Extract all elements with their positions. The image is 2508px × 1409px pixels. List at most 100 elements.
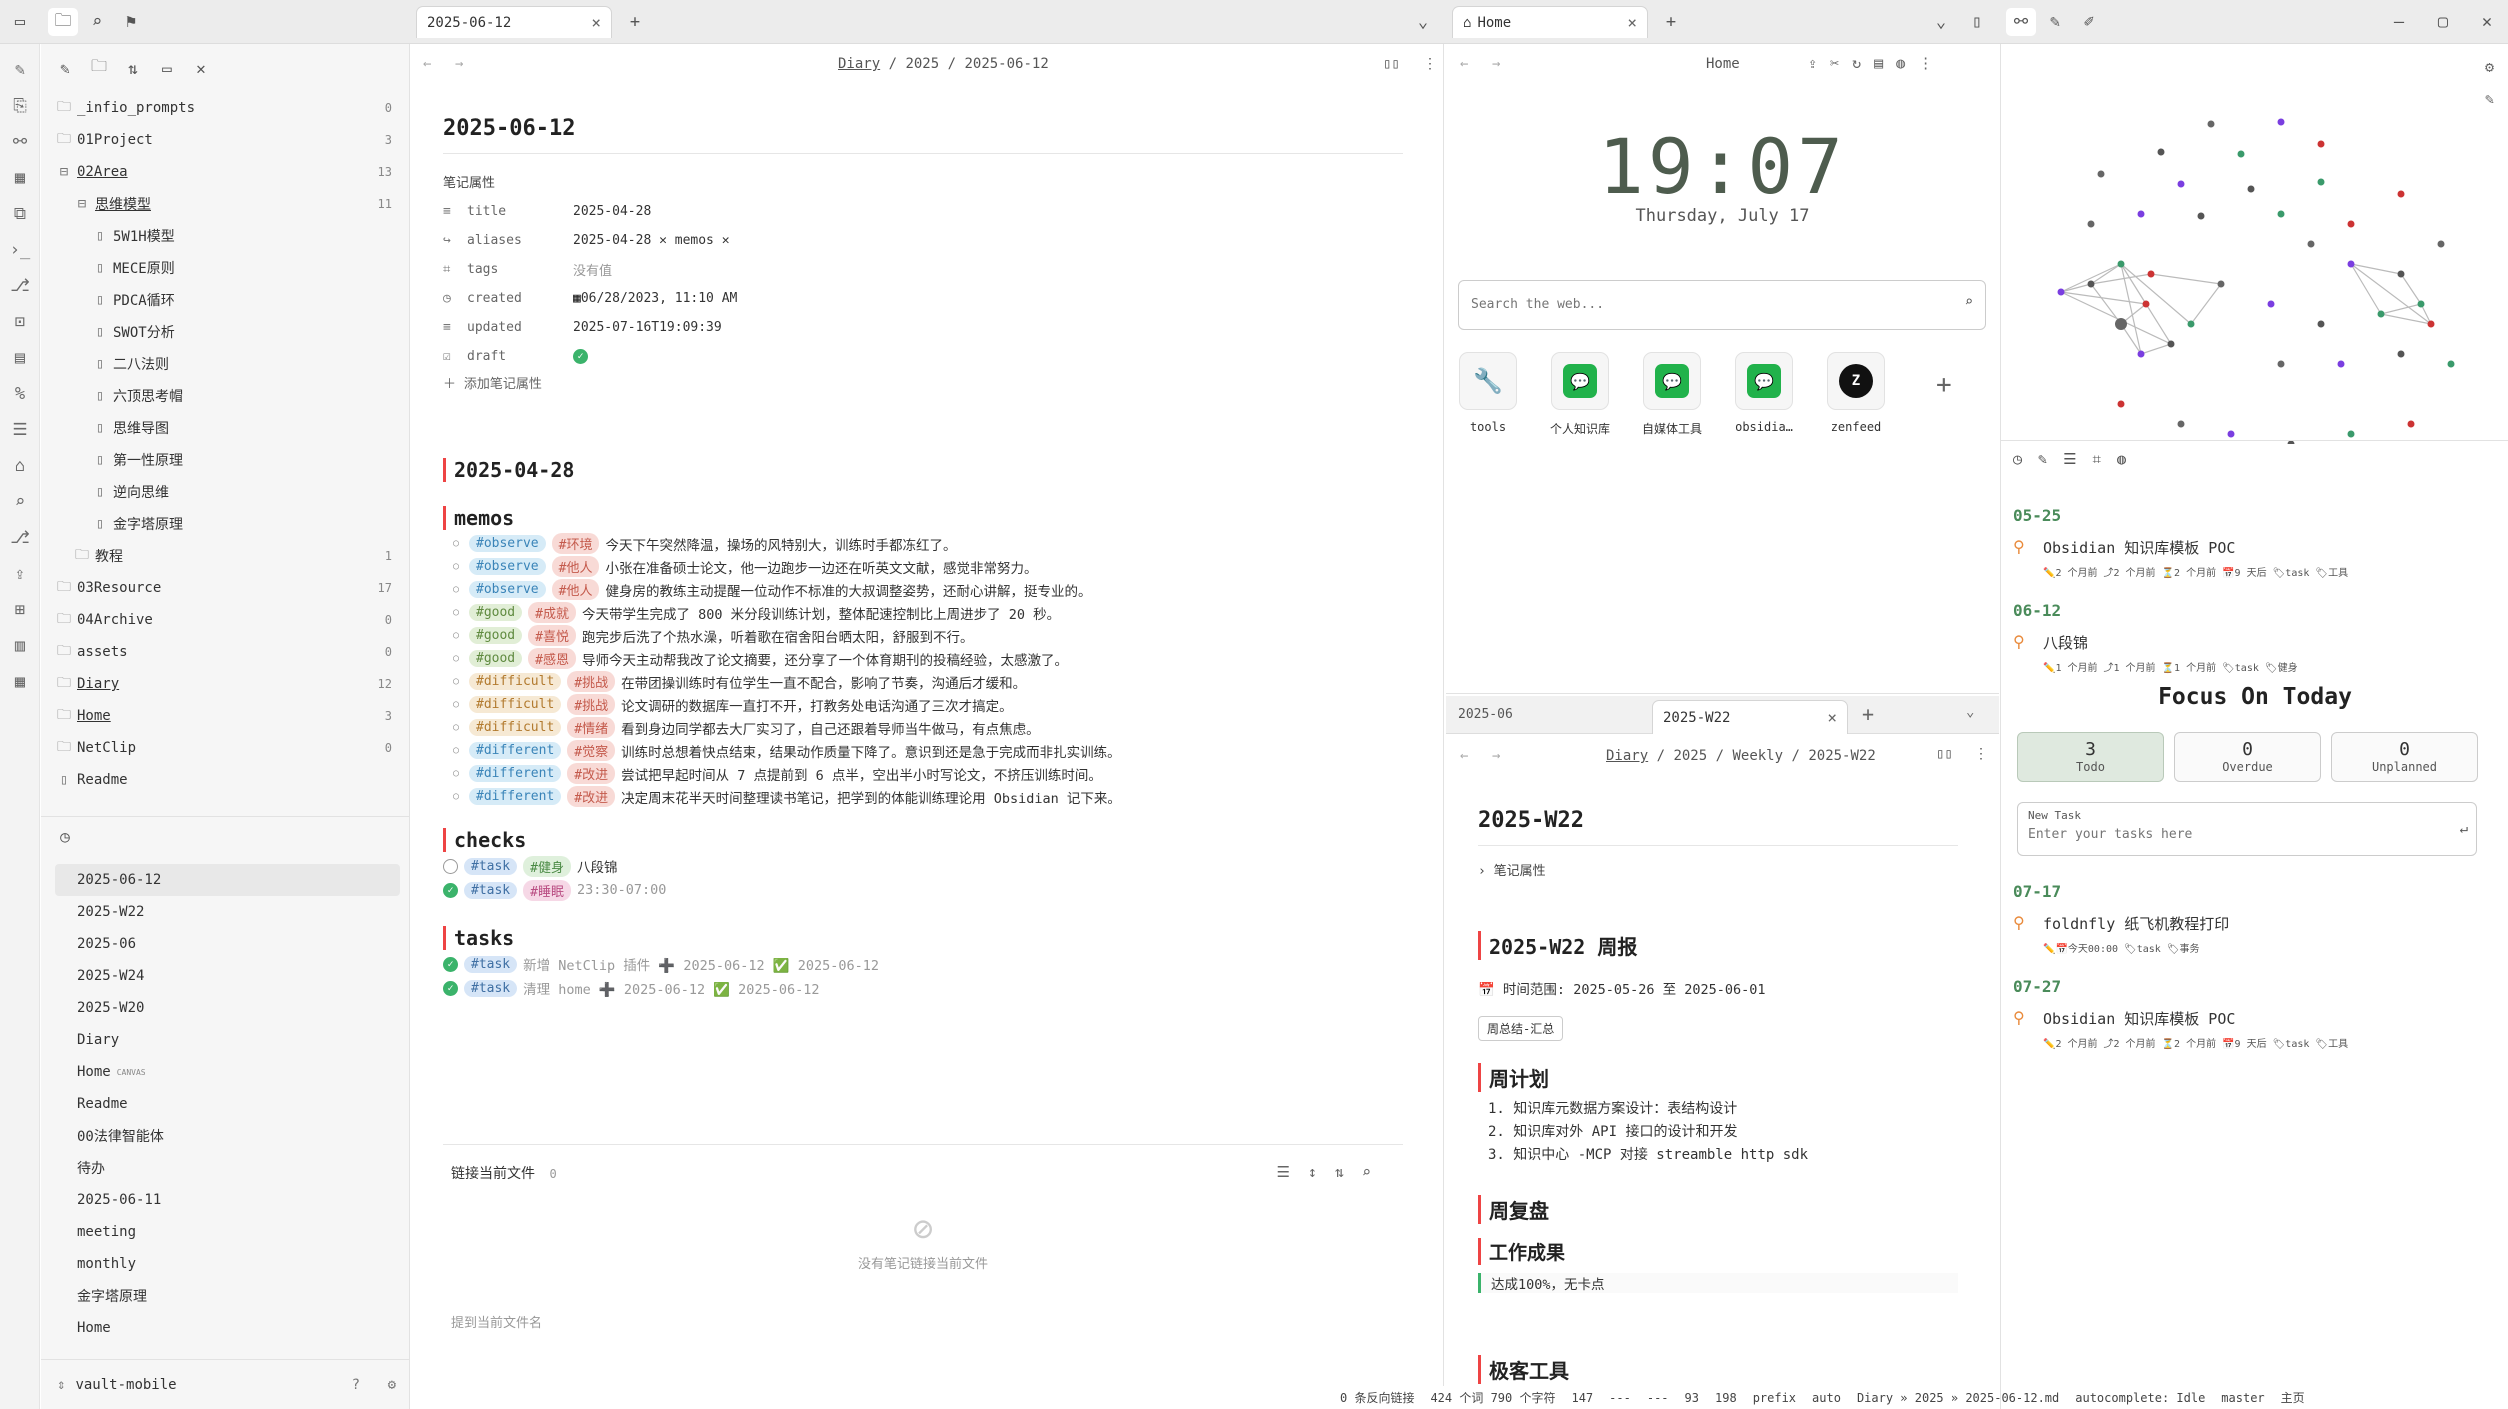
new-task-input[interactable] xyxy=(2028,827,2448,842)
recent-item[interactable]: Diary xyxy=(55,1024,400,1056)
graph-node[interactable] xyxy=(2397,190,2405,198)
graph-node[interactable] xyxy=(2347,260,2355,268)
tag-pill[interactable]: #情绪 xyxy=(567,717,616,738)
graph-node[interactable] xyxy=(2087,280,2095,288)
graph-view[interactable] xyxy=(2021,64,2461,444)
graph-node[interactable] xyxy=(2347,220,2355,228)
tag-pill[interactable]: #睡眠 xyxy=(523,879,571,901)
ribbon-book-icon[interactable]: ▥ xyxy=(0,628,40,664)
status-backlinks[interactable]: 0 条反向链接 xyxy=(1340,1389,1414,1406)
list-icon[interactable]: ☰ xyxy=(1276,1163,1307,1181)
property-row[interactable]: ☑ draft ✓ xyxy=(443,342,1403,371)
tree-item[interactable]: ▯ 逆向思维 xyxy=(55,476,400,508)
tag-pill[interactable]: #task xyxy=(464,857,518,875)
edit-icon[interactable]: ✐ xyxy=(2074,8,2104,36)
graph-node[interactable] xyxy=(2317,140,2325,148)
ribbon-ai-icon[interactable]: ✎ xyxy=(0,52,40,88)
reading-view-icon[interactable]: ▯▯ xyxy=(1936,746,1953,762)
graph-node[interactable] xyxy=(2377,310,2385,318)
graph-node[interactable] xyxy=(2307,240,2315,248)
graph-node[interactable] xyxy=(2087,220,2095,228)
refresh-icon[interactable]: ↻ xyxy=(1852,54,1874,72)
tag-pill[interactable]: #改进 xyxy=(567,786,616,807)
tag-pill[interactable]: #感恩 xyxy=(528,648,576,669)
tag-pill[interactable]: #环境 xyxy=(551,533,600,554)
graph-node[interactable] xyxy=(2247,185,2255,193)
recent-item[interactable]: monthly xyxy=(55,1248,400,1280)
task-row[interactable]: ⚲ 八段锦 ✏️1 个月前 ⤴1 个月前 ⏳1 个月前 🏷task 🏷健身 xyxy=(2013,632,2493,674)
export-icon[interactable]: ⇪ xyxy=(1808,54,1830,72)
graph-node[interactable] xyxy=(2197,212,2205,220)
breadcrumb-item[interactable]: 2025 xyxy=(905,56,939,72)
more-options-icon[interactable]: ⋮ xyxy=(1423,56,1437,72)
scissors-icon[interactable]: ✂ xyxy=(1830,54,1852,72)
sort-icon[interactable]: ⇅ xyxy=(1335,1163,1362,1181)
graph-node[interactable] xyxy=(2277,118,2285,126)
tag-pill[interactable]: #observe xyxy=(469,581,546,598)
tag-pill[interactable]: #observe xyxy=(469,535,546,552)
tree-item[interactable]: ▯ MECE原则 xyxy=(55,252,400,284)
stat-unplanned[interactable]: 0 Unplanned xyxy=(2331,732,2478,782)
property-row[interactable]: ≡ title 2025-04-28 xyxy=(443,197,1403,226)
task-checkbox[interactable]: ✓ xyxy=(443,980,458,996)
recent-item[interactable]: 00法律智能体 xyxy=(55,1120,400,1152)
tree-item[interactable]: 🗀 教程 1 xyxy=(55,540,400,572)
tag-tab-icon[interactable]: ⌗ xyxy=(2093,450,2117,468)
graph-node[interactable] xyxy=(2347,430,2355,438)
tag-pill[interactable]: #difficult xyxy=(469,673,562,690)
graph-node[interactable] xyxy=(2177,420,2185,428)
task-row[interactable]: ⚲ foldnfly 纸飞机教程打印 ✏️📅今天00:00 🏷task 🏷事务 xyxy=(2013,913,2493,955)
graph-node[interactable] xyxy=(2137,350,2145,358)
ribbon-template-icon[interactable]: ⎘ xyxy=(0,88,40,124)
graph-node[interactable] xyxy=(2397,350,2405,358)
graph-node[interactable] xyxy=(2207,120,2215,128)
tag-pill[interactable]: #difficult xyxy=(469,696,562,713)
search-icon[interactable]: ⌕ xyxy=(1362,1163,1389,1181)
tree-item[interactable]: ▯ SWOT分析 xyxy=(55,316,400,348)
quick-link[interactable]: Zzenfeed xyxy=(1826,352,1886,434)
recent-item[interactable]: 2025-W20 xyxy=(55,992,400,1024)
new-note-icon[interactable]: ✎ xyxy=(51,54,79,82)
graph-node[interactable] xyxy=(2317,320,2325,328)
tag-pill[interactable]: #他人 xyxy=(551,556,600,577)
ai-tab-icon[interactable]: ✎ xyxy=(2038,450,2063,468)
add-link-icon[interactable]: + xyxy=(1936,370,1952,400)
ribbon-graph-icon[interactable]: ⚯ xyxy=(0,124,40,160)
ai-icon[interactable]: ✎ xyxy=(2040,8,2070,36)
forward-icon[interactable]: → xyxy=(455,56,463,72)
forward-icon[interactable]: → xyxy=(1492,56,1500,72)
close-icon[interactable]: × xyxy=(1627,13,1637,32)
maximize-icon[interactable]: ▢ xyxy=(2428,8,2458,36)
tag-pill[interactable]: #健身 xyxy=(523,855,571,877)
graph-icon[interactable]: ⚯ xyxy=(2006,8,2036,36)
quick-link[interactable]: 🔧 tools xyxy=(1458,352,1518,434)
property-value[interactable]: 06/28/2023, 11:10 AM xyxy=(581,291,738,306)
new-tab-icon[interactable]: + xyxy=(1862,702,1874,726)
tag-pill[interactable]: #改进 xyxy=(567,763,616,784)
graph-node[interactable] xyxy=(2217,280,2225,288)
tag-pill[interactable]: #observe xyxy=(469,558,546,575)
tasks-tab-icon[interactable]: ◷ xyxy=(2013,450,2038,468)
gear-icon[interactable]: ⚙ xyxy=(388,1377,396,1393)
tree-item[interactable]: ▯ 二八法则 xyxy=(55,348,400,380)
tab-weekly[interactable]: 2025-W22 × xyxy=(1652,700,1848,734)
bookmark-icon[interactable]: ⚑ xyxy=(116,8,146,36)
tree-item[interactable]: ▯ 第一性原理 xyxy=(55,444,400,476)
property-row[interactable]: ⌗ tags 没有值 xyxy=(443,255,1403,284)
graph-node[interactable] xyxy=(2437,240,2445,248)
tree-item[interactable]: 🗀 Home 3 xyxy=(55,700,400,732)
doc-icon[interactable]: ▤ xyxy=(1874,54,1896,72)
graph-node[interactable] xyxy=(2142,300,2150,308)
tree-item[interactable]: 🗀 _infio_prompts 0 xyxy=(55,92,400,124)
ribbon-copy-icon[interactable]: ⧉ xyxy=(0,196,40,232)
tag-pill[interactable]: #喜悦 xyxy=(528,625,576,646)
graph-node[interactable] xyxy=(2147,270,2155,278)
status-auto[interactable]: auto xyxy=(1812,1391,1841,1405)
back-icon[interactable]: ← xyxy=(1460,748,1468,764)
tab-home[interactable]: ⌂ Home × xyxy=(1452,6,1648,38)
ribbon-home-icon[interactable]: ⌂ xyxy=(0,448,40,484)
ribbon-grid-icon[interactable]: ⊞ xyxy=(0,592,40,628)
ribbon-list-icon[interactable]: ☰ xyxy=(0,412,40,448)
tag-pill[interactable]: #task xyxy=(464,979,518,997)
tag-pill[interactable]: #他人 xyxy=(551,579,600,600)
